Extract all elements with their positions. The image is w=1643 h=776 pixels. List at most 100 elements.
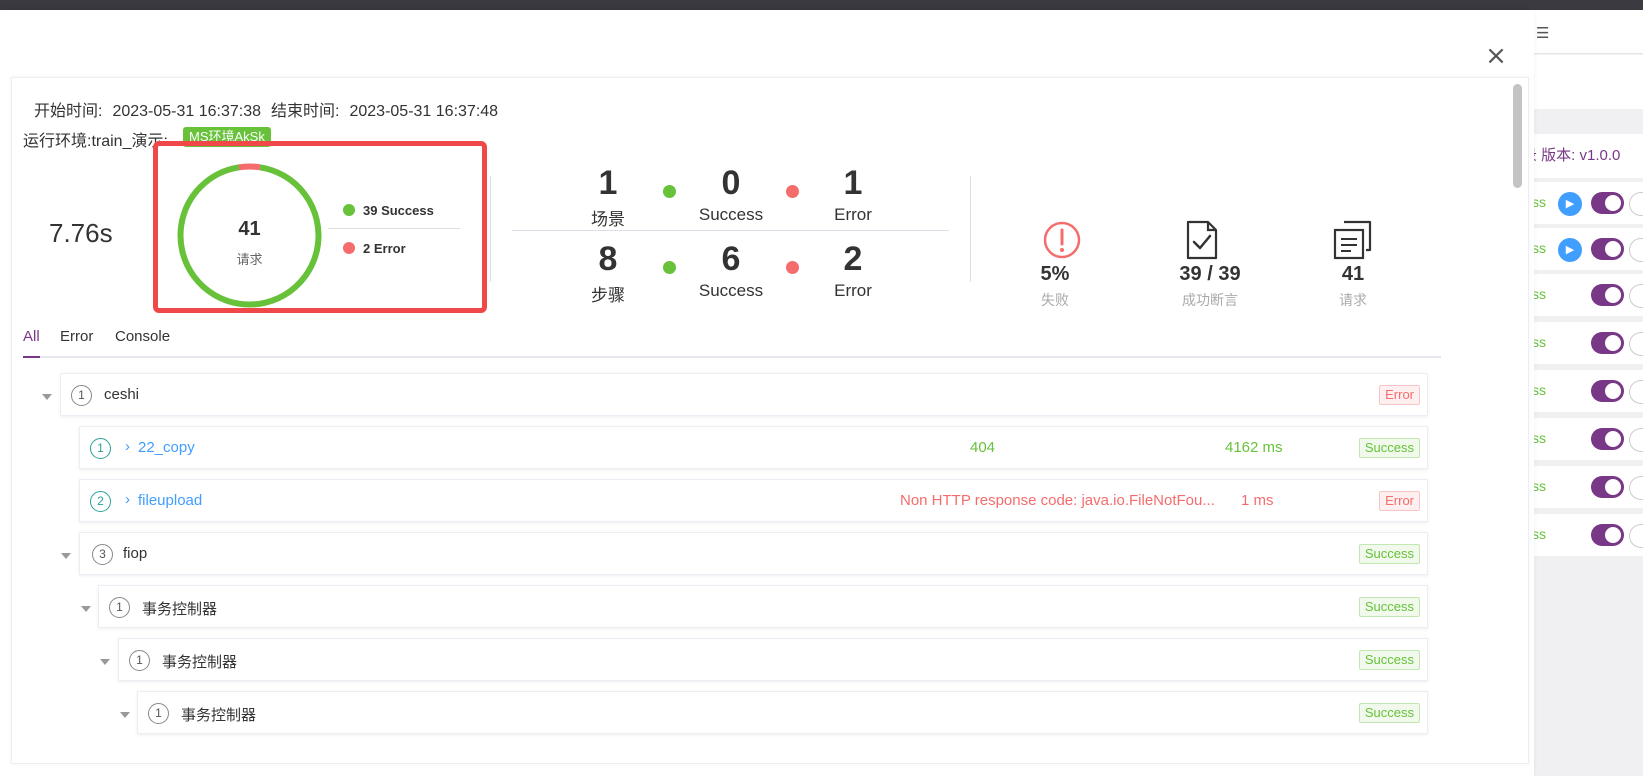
background-list-row[interactable]: ss <box>1534 466 1643 508</box>
copy-icon[interactable] <box>1629 192 1643 216</box>
background-subheader <box>1534 55 1643 109</box>
end-time-label: 结束时间: <box>271 103 340 120</box>
row-status-text: ss <box>1534 240 1546 256</box>
step-success-label: Success <box>698 281 764 300</box>
tabs-underline <box>23 356 1441 358</box>
close-icon[interactable]: × <box>1484 43 1508 69</box>
assertions-label: 成功断言 <box>1182 292 1238 308</box>
step-name: 事务控制器 <box>162 654 238 671</box>
tab-error[interactable]: Error <box>60 328 93 345</box>
chevron-right-icon[interactable]: › <box>125 438 130 455</box>
background-list-row[interactable]: ss <box>1534 418 1643 460</box>
step-success-value: 6 <box>721 240 741 278</box>
start-time-value: 2023-05-31 16:37:38 <box>112 103 262 120</box>
enable-toggle[interactable] <box>1591 238 1624 260</box>
active-tab-indicator <box>23 356 40 358</box>
assertions-value: 39 / 39 <box>1179 263 1241 285</box>
step-name[interactable]: fileupload <box>138 492 202 509</box>
step-name: 事务控制器 <box>181 707 257 724</box>
total-duration: 7.76s <box>49 218 113 248</box>
collapse-caret-icon[interactable] <box>61 553 71 559</box>
status-badge: Success <box>1358 544 1420 564</box>
highlight-box <box>153 141 487 313</box>
copy-icon[interactable] <box>1629 332 1643 356</box>
status-badge: Success <box>1358 650 1420 670</box>
request-kpi: 41 请求 <box>1293 263 1413 310</box>
stats-divider <box>512 230 949 231</box>
enable-toggle[interactable] <box>1591 284 1624 306</box>
copy-icon[interactable] <box>1629 524 1643 548</box>
background-list-row[interactable]: ss ▶ <box>1534 182 1643 224</box>
fail-rate: 5% 失败 <box>995 263 1115 310</box>
background-list-row[interactable]: ss <box>1534 514 1643 556</box>
row-status-text: ss <box>1534 526 1546 542</box>
assertion-document-icon <box>1186 220 1218 260</box>
copy-icon[interactable] <box>1629 476 1643 500</box>
background-header: ? 🔔 ☰ <box>1534 10 1643 54</box>
copy-icon[interactable] <box>1629 284 1643 308</box>
tree-node-transaction[interactable]: 1 事务控制器 Success <box>118 638 1428 681</box>
enable-toggle[interactable] <box>1591 192 1624 214</box>
row-status-text: ss <box>1534 194 1546 210</box>
tree-node-ceshi[interactable]: 1 ceshi Error <box>60 373 1428 416</box>
divider-right <box>970 176 971 282</box>
tab-console[interactable]: Console <box>115 328 170 345</box>
background-list-row[interactable]: ss ▶ <box>1534 228 1643 270</box>
tree-node-request[interactable]: 1 › 22_copy 404 4162 ms Success <box>79 426 1428 469</box>
copy-icon[interactable] <box>1629 380 1643 404</box>
run-icon[interactable]: ▶ <box>1558 192 1582 216</box>
row-status-text: ss <box>1534 334 1546 350</box>
response-time: 1 ms <box>1241 492 1274 509</box>
step-index: 1 <box>90 438 111 459</box>
enable-toggle[interactable] <box>1591 332 1624 354</box>
end-time-value: 2023-05-31 16:37:48 <box>349 103 499 120</box>
background-list-row[interactable]: ss <box>1534 370 1643 412</box>
tree-node-request[interactable]: 2 › fileupload Non HTTP response code: j… <box>79 479 1428 522</box>
step-name[interactable]: 22_copy <box>138 439 195 456</box>
background-list-row[interactable]: ss <box>1534 274 1643 316</box>
enable-toggle[interactable] <box>1591 428 1624 450</box>
fail-rate-value: 5% <box>1040 263 1070 285</box>
request-kpi-value: 41 <box>1341 263 1365 285</box>
report-drawer: × 开始时间: 2023-05-31 16:37:38 结束时间: 2023-05-3… <box>0 10 1534 776</box>
step-index: 2 <box>90 491 111 512</box>
run-icon[interactable]: ▶ <box>1558 238 1582 262</box>
chevron-right-icon[interactable]: › <box>125 491 130 508</box>
step-count-value: 8 <box>598 240 618 278</box>
response-code: Non HTTP response code: java.io.FileNotF… <box>900 492 1215 509</box>
status-badge: Success <box>1358 597 1420 617</box>
copy-icon[interactable] <box>1629 428 1643 452</box>
start-time-label: 开始时间: <box>34 103 103 120</box>
scenario-error-dot-icon <box>786 185 799 198</box>
step-name: 事务控制器 <box>142 601 218 618</box>
step-index: 1 <box>148 703 169 724</box>
enable-toggle[interactable] <box>1591 524 1624 546</box>
tree-node-transaction[interactable]: 1 事务控制器 Success <box>137 691 1428 734</box>
collapse-caret-icon[interactable] <box>81 606 91 612</box>
scenario-success-value: 0 <box>721 164 741 202</box>
step-index: 1 <box>129 650 150 671</box>
task-list-icon[interactable]: ☰ <box>1536 24 1549 42</box>
step-name: fiop <box>123 545 148 562</box>
collapse-caret-icon[interactable] <box>100 659 110 665</box>
version-label: 录 版本: v1.0.0 <box>1534 134 1643 178</box>
tree-node-transaction[interactable]: 1 事务控制器 Success <box>98 585 1428 628</box>
collapse-caret-icon[interactable] <box>42 394 52 400</box>
copy-icon[interactable] <box>1629 238 1643 262</box>
vertical-scrollbar[interactable] <box>1513 84 1522 188</box>
scenario-count-label: 场景 <box>591 210 625 229</box>
enable-toggle[interactable] <box>1591 476 1624 498</box>
request-kpi-label: 请求 <box>1339 292 1367 308</box>
step-error: 2 Error <box>808 241 898 301</box>
collapse-caret-icon[interactable] <box>120 712 130 718</box>
fail-alert-icon <box>1043 221 1081 259</box>
enable-toggle[interactable] <box>1591 380 1624 402</box>
tab-all[interactable]: All <box>23 328 40 345</box>
tree-node-fiop[interactable]: 3 fiop Success <box>79 532 1428 575</box>
step-success-dot-icon <box>663 261 676 274</box>
background-list-row[interactable]: ss <box>1534 322 1643 364</box>
status-badge: Success <box>1358 438 1420 458</box>
step-error-label: Error <box>834 281 872 300</box>
status-badge: Success <box>1358 703 1420 723</box>
status-badge: Error <box>1379 491 1420 511</box>
